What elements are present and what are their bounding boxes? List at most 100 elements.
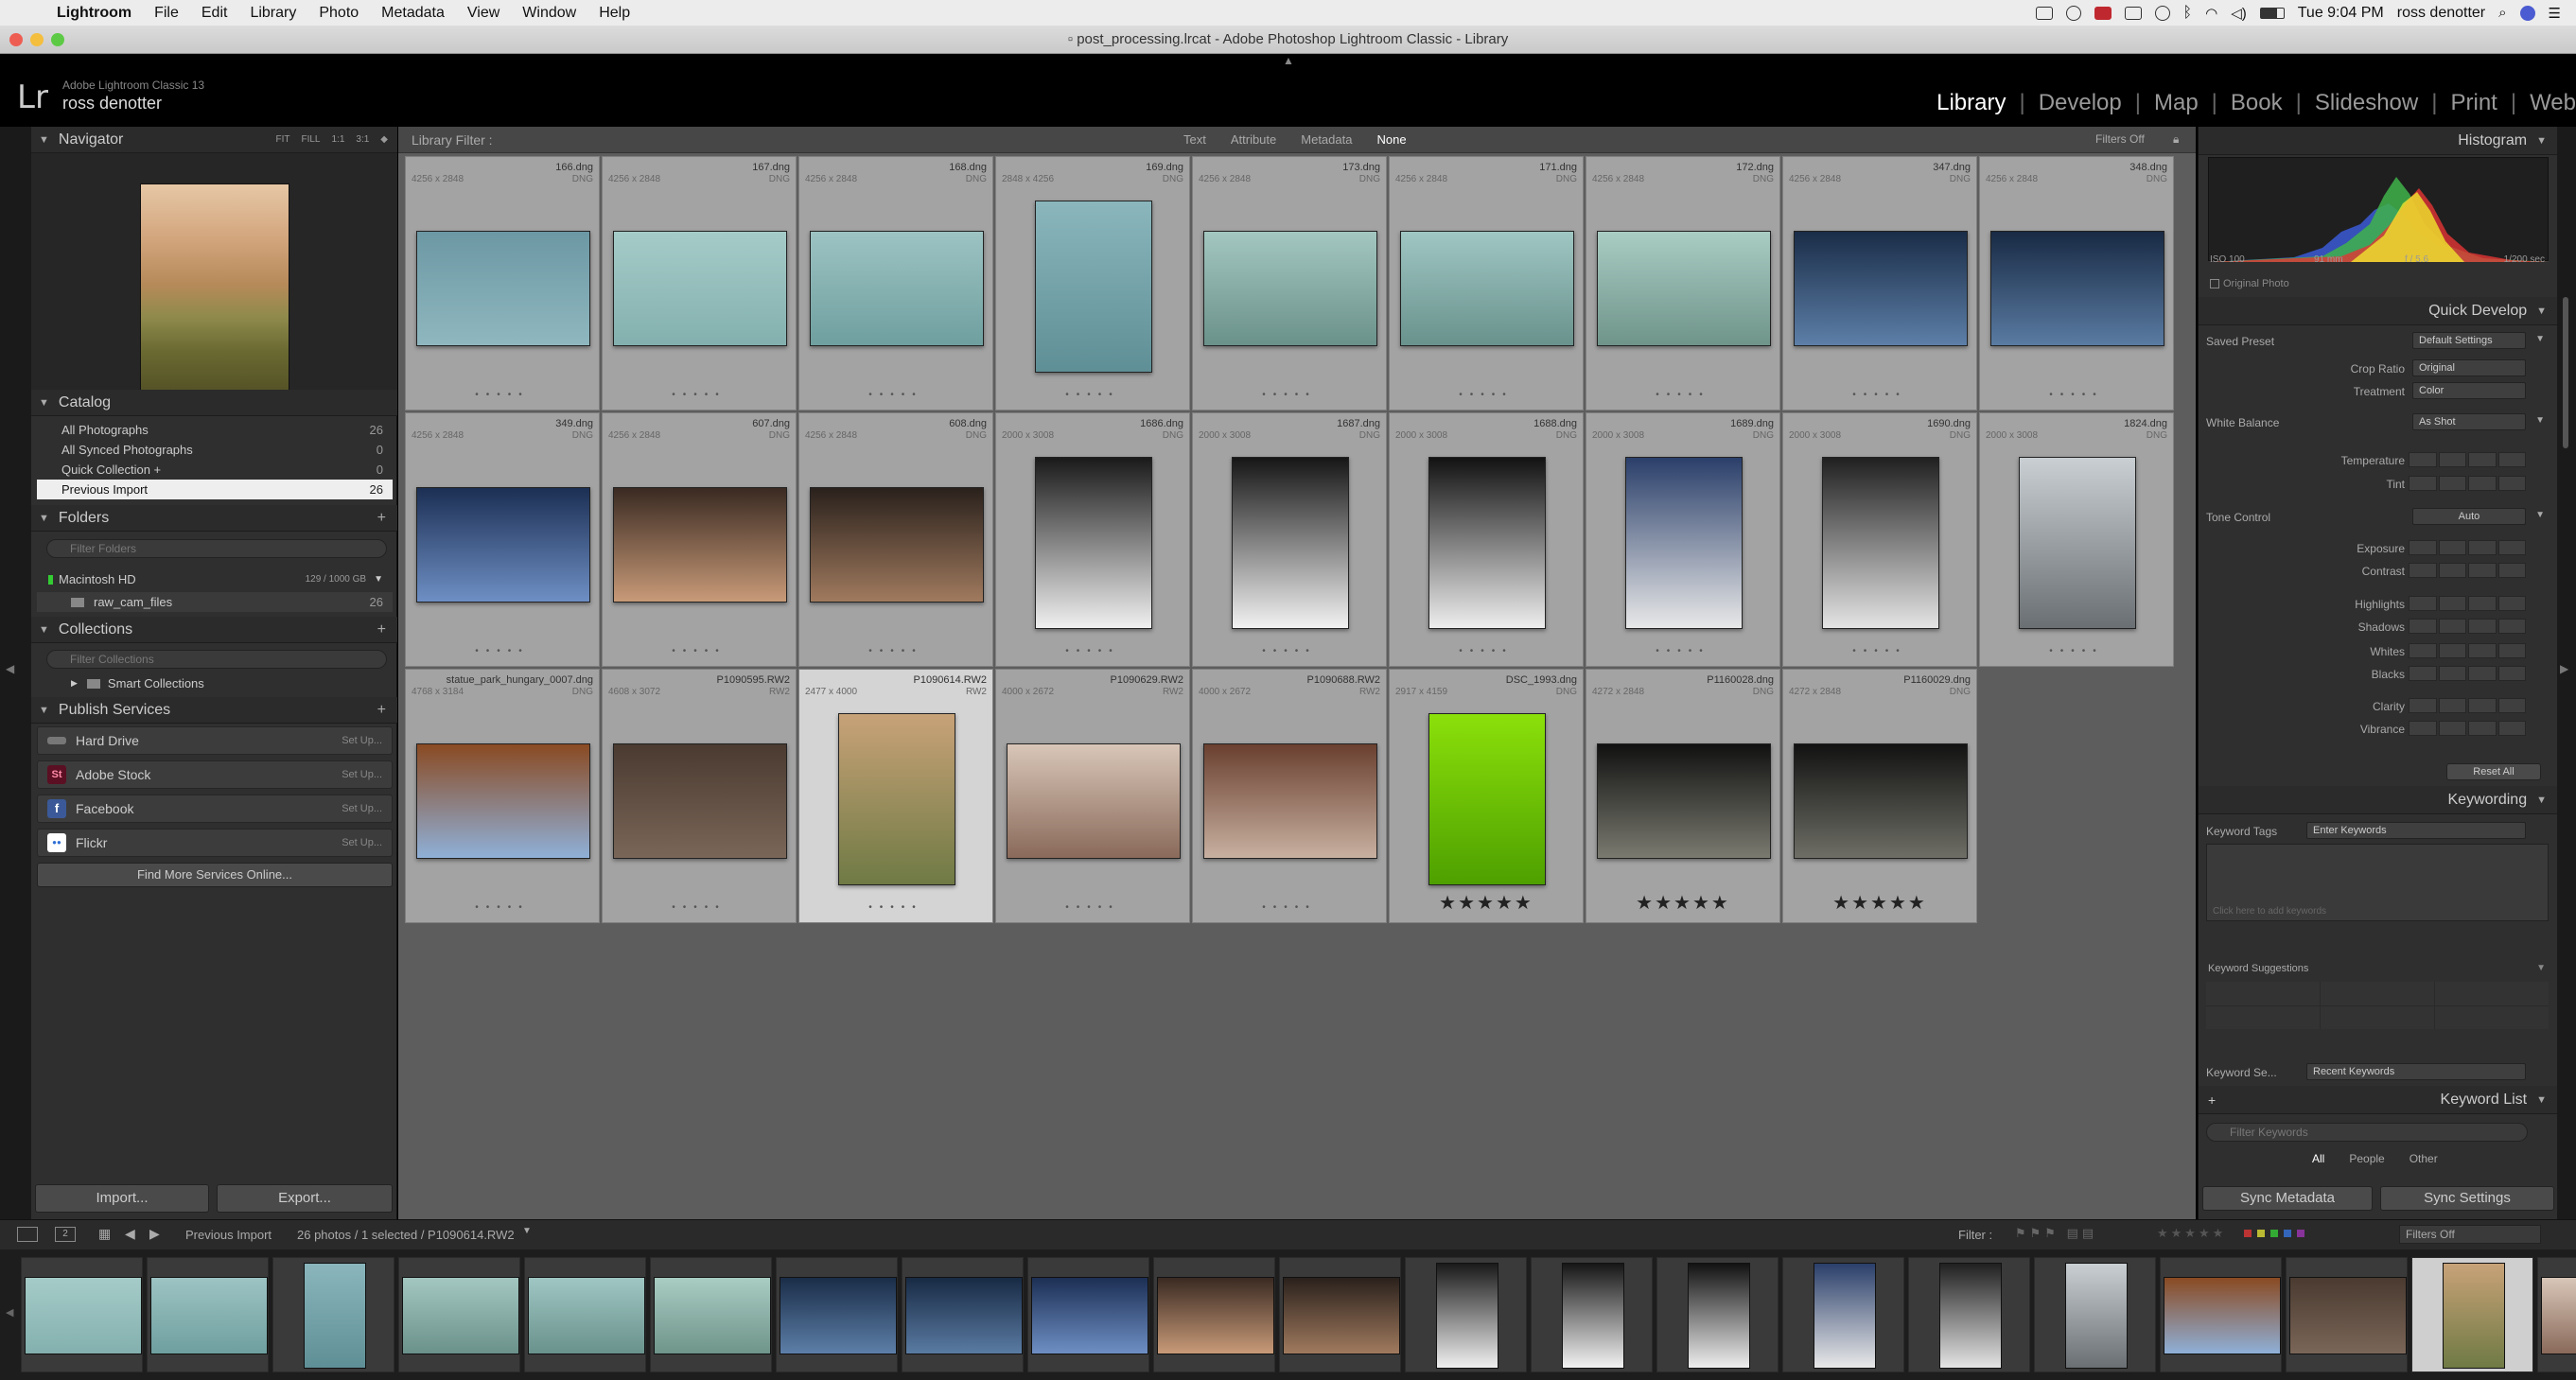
tone-buttons[interactable] <box>2409 643 2526 658</box>
suggestion-cell[interactable] <box>2206 982 2320 1005</box>
navigator-preview-image[interactable] <box>140 183 289 407</box>
volume-disclosure-icon[interactable]: ▼ <box>374 574 383 585</box>
add-keyword-icon[interactable]: + <box>2208 1092 2216 1108</box>
grid-thumbnail[interactable] <box>416 231 590 346</box>
wifi-icon[interactable]: ◠ <box>2205 5 2217 22</box>
zoom-3-1[interactable]: 3:1 <box>356 134 369 145</box>
volume-macintosh-hd[interactable]: Macintosh HD 129 / 1000 GB ▼ <box>37 569 393 589</box>
grid-cell[interactable]: P1160029.dng 4272 x 2848 DNG ★★★★★ <box>1782 669 1977 923</box>
keyword-set-select[interactable]: Recent Keywords <box>2306 1063 2526 1080</box>
keyword-tags-textarea[interactable]: Click here to add keywords <box>2206 844 2549 921</box>
siri-icon[interactable] <box>2519 5 2535 21</box>
grid-cell[interactable]: P1090688.RW2 4000 x 2672 RW2 ••••• <box>1192 669 1387 923</box>
zoom-1-1[interactable]: 1:1 <box>331 134 344 145</box>
star-rating[interactable]: ★★★★★ <box>1783 891 1976 915</box>
unrated-dots-icon[interactable]: ••••• <box>1980 390 2173 400</box>
unrated-dots-icon[interactable]: ••••• <box>996 646 1189 656</box>
grid-cell[interactable]: 347.dng 4256 x 2848 DNG ••••• <box>1782 156 1977 411</box>
close-window-button[interactable] <box>9 33 23 46</box>
tone-buttons[interactable] <box>2409 721 2526 736</box>
grid-thumbnail[interactable] <box>1990 231 2164 346</box>
volume-icon[interactable]: ◁) <box>2231 5 2247 22</box>
catalog-header[interactable]: ▼ Catalog <box>31 390 397 416</box>
grid-cell[interactable]: 348.dng 4256 x 2848 DNG ••••• <box>1979 156 2174 411</box>
sync-settings-button[interactable]: Sync Settings <box>2380 1186 2554 1211</box>
crop-ratio-select[interactable]: Original <box>2412 359 2526 376</box>
unrated-dots-icon[interactable]: ••••• <box>603 902 796 913</box>
clock[interactable]: Tue 9:04 PM <box>2298 5 2384 22</box>
grid-cell[interactable]: 608.dng 4256 x 2848 DNG ••••• <box>798 412 993 667</box>
zoom-fill[interactable]: FILL <box>301 134 320 145</box>
keyword-tab-people[interactable]: People <box>2349 1152 2384 1165</box>
catalog-all-synced[interactable]: All Synced Photographs 0 <box>37 440 393 460</box>
add-publish-service-icon[interactable]: + <box>377 702 386 719</box>
grid-cell[interactable]: P1090614.RW2 2477 x 4000 RW2 ••••• <box>798 669 993 923</box>
keyword-tab-other[interactable]: Other <box>2410 1152 2438 1165</box>
filmstrip-thumb[interactable] <box>272 1257 394 1372</box>
unrated-dots-icon[interactable]: ••••• <box>406 390 599 400</box>
back-arrow-icon[interactable]: ◀ <box>125 1226 135 1242</box>
grid-thumbnail[interactable] <box>1400 231 1574 346</box>
checkbox-icon[interactable] <box>2210 279 2219 289</box>
grid-thumbnail[interactable] <box>838 713 955 885</box>
add-collection-icon[interactable]: + <box>377 621 386 638</box>
grid-thumbnail[interactable] <box>1625 457 1743 629</box>
collections-header[interactable]: ▼ Collections + <box>31 617 397 643</box>
grid-thumbnail[interactable] <box>1597 743 1771 859</box>
zoom-window-button[interactable] <box>51 33 64 46</box>
collapse-right-panel-icon[interactable]: ▶ <box>2560 662 2568 675</box>
unrated-dots-icon[interactable]: ••••• <box>1193 390 1386 400</box>
grid-thumbnail[interactable] <box>810 487 984 603</box>
keyword-tab-all[interactable]: All <box>2312 1152 2324 1165</box>
keyword-list-header[interactable]: + Keyword List ▼ <box>2199 1086 2558 1114</box>
grid-cell[interactable]: 1688.dng 2000 x 3008 DNG ••••• <box>1389 412 1584 667</box>
menu-library[interactable]: Library <box>250 5 296 22</box>
grid-thumbnail[interactable] <box>1232 457 1349 629</box>
unrated-dots-icon[interactable]: ••••• <box>1783 646 1976 656</box>
collapse-triangle-icon[interactable]: ▼ <box>2535 415 2545 426</box>
suggestion-cell[interactable] <box>2435 1005 2549 1029</box>
filter-text[interactable]: Text <box>1183 132 1206 147</box>
catalog-previous-import[interactable]: Previous Import 26 <box>37 480 393 499</box>
unrated-dots-icon[interactable]: ••••• <box>1390 646 1583 656</box>
grid-thumbnail[interactable] <box>1822 457 1939 629</box>
time-machine-icon[interactable] <box>2154 5 2170 21</box>
module-slideshow[interactable]: Slideshow <box>2302 90 2431 116</box>
grid-cell[interactable]: 1687.dng 2000 x 3008 DNG ••••• <box>1192 412 1387 667</box>
suggestion-cell[interactable] <box>2321 982 2434 1005</box>
creative-cloud-icon[interactable] <box>2065 5 2081 21</box>
service-setup[interactable]: Set Up... <box>342 769 382 780</box>
grid-thumbnail[interactable] <box>613 743 787 859</box>
service-setup[interactable]: Set Up... <box>342 735 382 746</box>
publish-adobe-stock[interactable]: St Adobe Stock Set Up... <box>37 760 393 789</box>
filmstrip-thumb[interactable] <box>776 1257 898 1372</box>
filmstrip-thumb[interactable] <box>524 1257 646 1372</box>
star-rating[interactable]: ★★★★★ <box>1586 891 1779 915</box>
menu-photo[interactable]: Photo <box>319 5 359 22</box>
grid-cell[interactable]: 1689.dng 2000 x 3008 DNG ••••• <box>1586 412 1780 667</box>
unrated-dots-icon[interactable]: ••••• <box>1390 390 1583 400</box>
unrated-dots-icon[interactable]: ••••• <box>996 902 1189 913</box>
smart-collections[interactable]: ▶ Smart Collections <box>37 673 393 693</box>
reset-all-button[interactable]: Reset All <box>2446 763 2541 780</box>
catalog-all-photographs[interactable]: All Photographs 26 <box>37 420 393 440</box>
grid-thumbnail[interactable] <box>2019 457 2136 629</box>
grid-thumbnail[interactable] <box>416 743 590 859</box>
add-folder-icon[interactable]: + <box>377 510 386 527</box>
filmstrip-scroll-left-icon[interactable]: ◀ <box>6 1306 13 1319</box>
grid-cell[interactable]: 349.dng 4256 x 2848 DNG ••••• <box>405 412 600 667</box>
collapse-triangle-icon[interactable]: ▼ <box>2535 334 2545 344</box>
grid-cell[interactable]: P1090629.RW2 4000 x 2672 RW2 ••••• <box>995 669 1190 923</box>
unrated-dots-icon[interactable]: ••••• <box>996 390 1189 400</box>
service-setup[interactable]: Set Up... <box>342 803 382 814</box>
folders-header[interactable]: ▼ Folders + <box>31 505 397 532</box>
find-more-services-button[interactable]: Find More Services Online... <box>37 863 393 887</box>
unrated-dots-icon[interactable]: ••••• <box>799 390 992 400</box>
tone-buttons[interactable] <box>2409 596 2526 611</box>
folder-raw-cam-files[interactable]: raw_cam_files 26 <box>37 592 393 612</box>
status-red-app-icon[interactable] <box>2094 6 2112 20</box>
unrated-dots-icon[interactable]: ••••• <box>1193 646 1386 656</box>
grid-cell[interactable]: 169.dng 2848 x 4256 DNG ••••• <box>995 156 1190 411</box>
tone-buttons[interactable] <box>2409 619 2526 634</box>
keywording-header[interactable]: Keywording ▼ <box>2199 786 2558 814</box>
